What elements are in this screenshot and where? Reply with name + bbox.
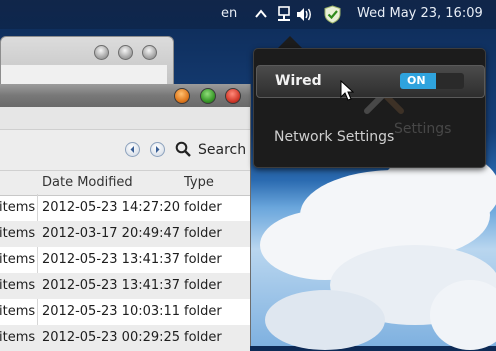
cell-size: items [0, 252, 36, 267]
cell-date: 2012-05-23 10:03:11 [42, 304, 181, 319]
cell-date: 2012-05-23 00:29:25 [42, 330, 181, 345]
chevron-up-icon[interactable] [255, 8, 267, 20]
cell-date: 2012-03-17 20:49:47 [42, 226, 181, 241]
table-row[interactable]: items 2012-05-23 13:41:37 folder [0, 247, 250, 273]
toggle-on-fill: ON [400, 73, 436, 89]
wired-toggle[interactable]: ON [400, 73, 464, 89]
chevron-right-icon [156, 146, 160, 153]
table-row[interactable]: items 2012-05-23 14:27:20 folder [0, 195, 250, 221]
keyboard-language[interactable]: en [221, 6, 237, 21]
minimize-button[interactable] [174, 88, 190, 104]
toggle-state-label: ON [407, 74, 426, 87]
close-button[interactable] [225, 88, 241, 104]
table-row[interactable]: items 2012-05-23 10:03:11 folder [0, 299, 250, 325]
cell-type: folder [184, 278, 222, 293]
cell-type: folder [184, 200, 222, 215]
network-settings-item[interactable]: Network Settings [274, 129, 394, 145]
wallpaper-cloud [265, 290, 385, 350]
cell-type: folder [184, 304, 222, 319]
volume-icon[interactable] [296, 7, 314, 22]
chevron-left-icon [130, 146, 134, 153]
window-titlebar[interactable] [0, 84, 250, 107]
network-menu-popup: Settings Wired ON Network Settings [253, 48, 486, 168]
maximize-button[interactable] [118, 45, 133, 60]
wired-connection-item[interactable]: Wired ON [256, 65, 485, 98]
cell-type: folder [184, 226, 222, 241]
search-button-label[interactable]: Search [198, 142, 246, 158]
minimize-button[interactable] [94, 45, 109, 60]
toolbar [0, 107, 250, 130]
search-bar: Search [0, 130, 250, 170]
column-header-date[interactable]: Date Modified [42, 175, 133, 190]
cell-size: items [0, 200, 36, 215]
cell-type: folder [184, 252, 222, 267]
wired-label: Wired [275, 73, 322, 89]
panel-clock[interactable]: Wed May 23, 16:09 [357, 6, 483, 21]
search-icon[interactable] [175, 141, 191, 157]
close-button[interactable] [142, 45, 157, 60]
forward-button[interactable] [150, 142, 165, 157]
table-row[interactable]: items 2012-03-17 20:49:47 folder [0, 221, 250, 247]
mouse-cursor-icon [340, 80, 354, 101]
table-row[interactable]: items 2012-05-23 13:41:37 folder [0, 273, 250, 299]
table-row[interactable]: items 2012-05-23 00:29:25 folder [0, 325, 250, 351]
column-header-row: Date Modified Type [0, 170, 250, 196]
cell-date: 2012-05-23 13:41:37 [42, 278, 181, 293]
cell-size: items [0, 330, 36, 345]
back-button[interactable] [125, 142, 140, 157]
cell-size: items [0, 278, 36, 293]
maximize-button[interactable] [200, 88, 216, 104]
cell-date: 2012-05-23 14:27:20 [42, 200, 181, 215]
cell-date: 2012-05-23 13:41:37 [42, 252, 181, 267]
top-panel: en Wed May 23, 16:09 [0, 0, 496, 29]
file-manager-window[interactable]: Search Date Modified Type items 2012-05-… [0, 84, 251, 351]
cell-size: items [0, 304, 36, 319]
ghost-settings-label: Settings [394, 121, 452, 137]
popup-arrow [278, 36, 302, 48]
cell-size: items [0, 226, 36, 241]
cell-type: folder [184, 330, 222, 345]
column-header-type[interactable]: Type [184, 175, 214, 190]
wallpaper-cloud [430, 280, 496, 350]
network-wired-icon[interactable] [277, 6, 291, 23]
shield-icon[interactable] [323, 5, 342, 24]
